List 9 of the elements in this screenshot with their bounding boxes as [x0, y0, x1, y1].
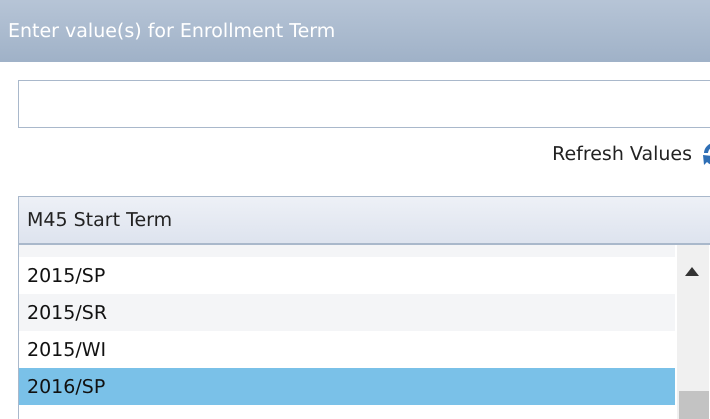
scroll-up-icon[interactable]: [685, 267, 699, 276]
list-item[interactable]: 2015/SR: [19, 294, 675, 331]
dialog-title: Enter value(s) for Enrollment Term: [8, 20, 336, 42]
scroll-thumb[interactable]: [679, 391, 709, 419]
column-header: M45 Start Term: [19, 197, 710, 245]
value-input-field[interactable]: [18, 80, 710, 128]
refresh-values-link[interactable]: Refresh Values: [552, 143, 692, 165]
scrollbar[interactable]: [677, 245, 709, 419]
list-item[interactable]: 2016/SP: [19, 368, 675, 405]
